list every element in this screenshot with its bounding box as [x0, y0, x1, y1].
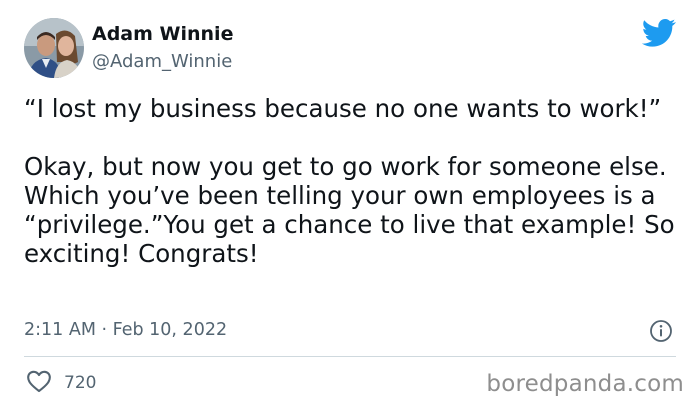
- tweet-quote-paragraph: “I lost my business because no one wants…: [24, 94, 662, 123]
- info-icon[interactable]: [649, 319, 673, 343]
- tweet-text: “I lost my business because no one wants…: [24, 94, 684, 268]
- author-display-name[interactable]: Adam Winnie: [92, 22, 233, 46]
- divider: [24, 356, 676, 357]
- like-button[interactable]: 720: [26, 370, 96, 396]
- heart-icon: [26, 369, 52, 397]
- watermark: boredpanda.com: [486, 371, 684, 397]
- twitter-bird-icon[interactable]: [641, 18, 676, 48]
- avatar[interactable]: [24, 18, 84, 78]
- author-handle[interactable]: @Adam_Winnie: [92, 50, 232, 74]
- like-count: 720: [64, 373, 97, 393]
- tweet-timestamp[interactable]: 2:11 AM · Feb 10, 2022: [24, 318, 227, 342]
- tweet-body-paragraph: Okay, but now you get to go work for som…: [24, 152, 675, 268]
